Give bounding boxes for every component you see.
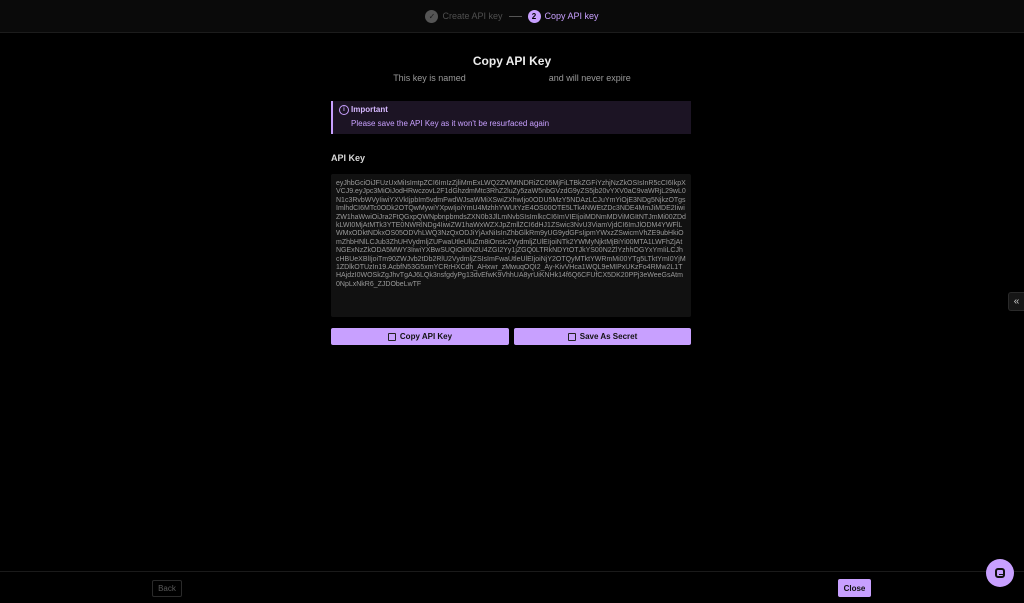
- important-alert: i Important Please save the API Key as i…: [331, 101, 691, 134]
- api-key-label: API Key: [331, 153, 366, 163]
- close-button[interactable]: Close: [838, 579, 871, 597]
- stepper: ✓ Create API key 2 Copy API key: [0, 0, 1024, 33]
- double-chevron-left-icon: «: [1013, 296, 1020, 307]
- step-divider: [508, 15, 522, 17]
- save-as-secret-button[interactable]: Save As Secret: [514, 328, 691, 345]
- chat-support-button[interactable]: [986, 559, 1014, 587]
- step-label: Create API key: [442, 11, 503, 21]
- app-root: ✓ Create API key 2 Copy API key Copy API…: [0, 0, 1024, 603]
- action-buttons: Copy API Key Save As Secret: [331, 328, 691, 345]
- secret-button-label: Save As Secret: [579, 332, 638, 341]
- step-label: Copy API key: [544, 11, 599, 21]
- page-subtitle: This key is named and will never expire: [0, 73, 1024, 83]
- api-key-field[interactable]: eyJhbGciOiJFUzUxMiIsImtpZCI6ImIzZjliMmEx…: [331, 174, 691, 317]
- info-icon: i: [339, 105, 349, 115]
- alert-title: Important: [351, 105, 388, 114]
- alert-body: Please save the API Key as it won't be r…: [351, 119, 550, 128]
- check-icon: ✓: [425, 9, 439, 23]
- step-create-api-key: ✓ Create API key: [425, 9, 503, 23]
- page-title: Copy API Key: [472, 54, 552, 68]
- api-key-value[interactable]: eyJhbGciOiJFUzUxMiIsImtpZCI6ImIzZjliMmEx…: [336, 180, 686, 289]
- back-button[interactable]: Back: [152, 580, 182, 597]
- copy-button-label: Copy API Key: [399, 332, 453, 341]
- copy-api-key-button[interactable]: Copy API Key: [331, 328, 509, 345]
- chat-icon: [995, 568, 1005, 578]
- step-copy-api-key: 2 Copy API key: [527, 9, 599, 23]
- copy-icon: [387, 332, 396, 341]
- footer: Back Close: [0, 571, 1024, 603]
- subtitle-prefix: This key is named: [393, 73, 466, 83]
- subtitle-suffix: and will never expire: [548, 73, 631, 83]
- step-number: 2: [527, 9, 541, 23]
- collapse-panel-button[interactable]: «: [1008, 292, 1024, 311]
- save-icon: [567, 332, 576, 341]
